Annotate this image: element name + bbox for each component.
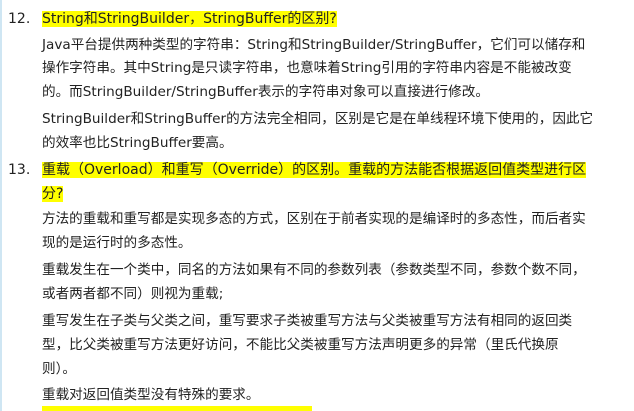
answer-line: 现的是运行时的多态性。	[42, 235, 192, 251]
answer-line: 的。而StringBuilder/StringBuffer表示的字符串对象可以直…	[42, 84, 489, 100]
item-number: 13.	[8, 162, 31, 178]
item-number: 12.	[8, 11, 31, 27]
answer-line: 操作字符串。其中String是只读字符串，也意味着String引用的字符串内容是…	[42, 60, 572, 76]
answer-line: 则）。	[42, 361, 76, 377]
question-highlight: 重载（Overload）和重写（Override）的区别。重载的方法能否根据返回…	[42, 162, 587, 178]
answer-line: Java平台提供两种类型的字符串：String和StringBuilder/St…	[42, 37, 586, 53]
document-page: 12. String和StringBuilder，StringBuffer的区别…	[0, 0, 634, 411]
question-title: String和StringBuilder，StringBuffer的区别?	[42, 7, 337, 31]
answer-line: 型，比父类被重写方法更好访问，不能比父类被重写方法声明更多的异常（里氏代换原	[42, 337, 559, 353]
answer-line: 的效率也比StringBuffer要高。	[42, 135, 233, 151]
question-title-continued: 分?	[42, 182, 64, 206]
question-highlight: String和StringBuilder，StringBuffer的区别?	[42, 11, 337, 27]
question-title: 重载（Overload）和重写（Override）的区别。重载的方法能否根据返回…	[42, 158, 587, 182]
next-question-highlight-edge	[42, 406, 312, 411]
answer-line: 重写发生在子类与父类之间，重写要求子类被重写方法与父类被重写方法有相同的返回类	[42, 313, 573, 329]
answer-line: 或者两者都不同）则视为重载;	[42, 286, 224, 302]
answer-line: StringBuilder和StringBuffer的方法完全相同，区别是它是在…	[42, 111, 594, 127]
question-highlight: 分?	[42, 186, 64, 202]
answer-line: 方法的重载和重写都是实现多态的方式，区别在于前者实现的是编译时的多态性，而后者实	[42, 211, 586, 227]
answer-line: 重载对返回值类型没有特殊的要求。	[42, 387, 260, 403]
answer-line: 重载发生在一个类中，同名的方法如果有不同的参数列表（参数类型不同，参数个数不同，	[42, 262, 586, 278]
